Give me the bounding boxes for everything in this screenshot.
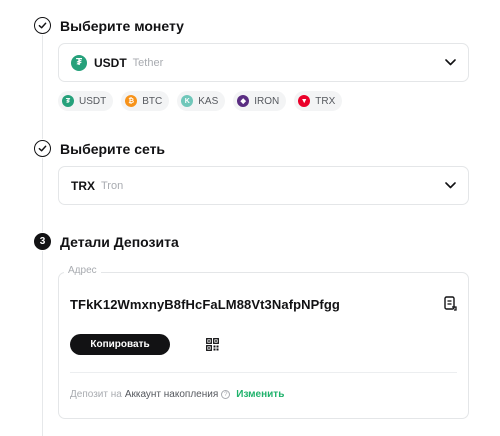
divider xyxy=(70,372,457,373)
iron-icon: ◆ xyxy=(237,95,250,107)
deposit-address-card: TFkK12WmxnyB8fHcFaLM88Vt3NafpNPfgg Копир… xyxy=(58,272,469,419)
tether-icon: ₮ xyxy=(62,95,74,107)
step-connector-line xyxy=(42,251,43,436)
tron-icon: ▼ xyxy=(298,95,311,107)
step-connector-line xyxy=(42,35,43,139)
network-select[interactable]: TRX Tron xyxy=(58,166,469,205)
chip-label: KAS xyxy=(198,95,219,107)
step-connector-line xyxy=(42,158,43,232)
chip-kas[interactable]: K KAS xyxy=(177,91,226,111)
step-select-network: Выберите сеть xyxy=(34,140,165,157)
coin-name: Tether xyxy=(132,56,164,69)
deposit-account-row: Депозит на Аккаунт накопления ? Изменить xyxy=(70,389,284,400)
chevron-down-icon xyxy=(445,182,456,189)
step-title: Выберите сеть xyxy=(60,140,166,157)
deposit-to-label: Депозит на xyxy=(70,389,122,400)
coin-code: USDT xyxy=(94,55,127,70)
chip-label: TRX xyxy=(315,95,336,107)
chip-iron[interactable]: ◆ IRON xyxy=(233,91,287,111)
network-code: TRX xyxy=(71,178,95,193)
chip-label: USDT xyxy=(79,95,107,107)
chevron-down-icon xyxy=(445,59,456,66)
step-select-coin: Выберите монету xyxy=(34,17,184,34)
kaspa-icon: K xyxy=(181,95,194,107)
account-name: Аккаунт накопления xyxy=(124,389,219,400)
address-label: Адрес xyxy=(64,265,101,276)
coin-select[interactable]: ₮ USDT Tether xyxy=(58,43,469,82)
step-title: Выберите монету xyxy=(60,17,184,34)
check-icon xyxy=(34,17,51,34)
chip-usdt[interactable]: ₮ USDT xyxy=(58,91,114,111)
deposit-address: TFkK12WmxnyB8fHcFaLM88Vt3NafpNPfgg xyxy=(70,297,340,312)
chip-label: BTC xyxy=(142,95,163,107)
chip-btc[interactable]: ₿ BTC xyxy=(121,91,170,111)
bitcoin-icon: ₿ xyxy=(125,95,138,107)
copy-button[interactable]: Копировать xyxy=(70,334,170,355)
address-doc-icon[interactable] xyxy=(442,295,458,311)
step-title: Детали Депозита xyxy=(60,233,179,250)
check-icon xyxy=(34,140,51,157)
change-account-link[interactable]: Изменить xyxy=(236,389,284,400)
step-deposit-details: 3 Детали Депозита xyxy=(34,233,179,250)
help-icon[interactable]: ? xyxy=(221,390,231,399)
tether-icon: ₮ xyxy=(71,54,87,71)
qr-code-icon[interactable] xyxy=(204,336,220,352)
chip-label: IRON xyxy=(254,95,280,107)
chip-trx[interactable]: ▼ TRX xyxy=(294,91,343,111)
step-number-badge: 3 xyxy=(34,233,51,250)
quick-coin-chips: ₮ USDT ₿ BTC K KAS ◆ IRON ▼ TRX xyxy=(58,91,343,111)
network-name: Tron xyxy=(101,179,124,192)
